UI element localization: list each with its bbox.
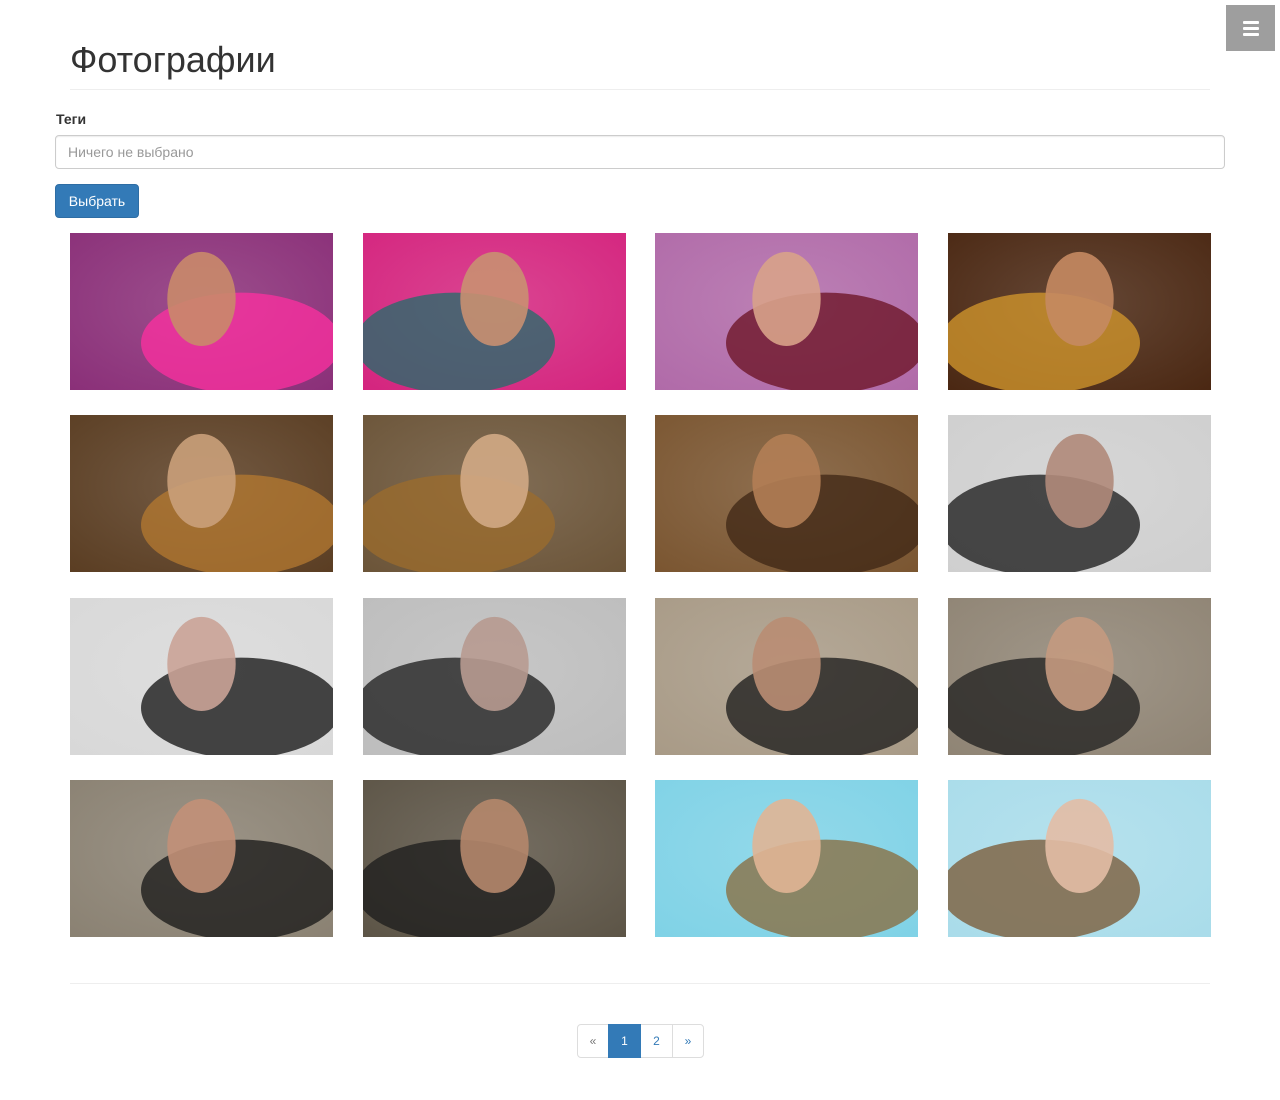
pagination-prev[interactable]: « (577, 1024, 609, 1058)
page-header: Фотографии (70, 38, 1210, 90)
pagination: « 1 2 » (577, 1024, 704, 1058)
pagination-next[interactable]: » (672, 1024, 704, 1058)
photo-thumbnail[interactable] (948, 233, 1211, 390)
photo-image (655, 598, 918, 755)
photo-thumbnail[interactable] (948, 415, 1211, 572)
photo-thumbnail[interactable] (655, 780, 918, 937)
photo-thumbnail[interactable] (70, 415, 333, 572)
photo-thumbnail[interactable] (948, 780, 1211, 937)
photo-thumbnail[interactable] (70, 598, 333, 755)
photo-thumbnail[interactable] (655, 233, 918, 390)
tags-label: Теги (56, 111, 87, 127)
tags-select[interactable]: Ничего не выбрано (55, 135, 1225, 169)
photo-image (363, 780, 626, 937)
divider (70, 983, 1210, 984)
photo-image (948, 233, 1211, 390)
photo-image (655, 415, 918, 572)
photo-image (363, 233, 626, 390)
photo-image (70, 780, 333, 937)
photo-image (70, 415, 333, 572)
photo-image (948, 415, 1211, 572)
photo-thumbnail[interactable] (655, 598, 918, 755)
photo-image (363, 598, 626, 755)
photo-image (948, 598, 1211, 755)
photo-thumbnail[interactable] (363, 780, 626, 937)
select-button[interactable]: Выбрать (55, 184, 139, 218)
photo-thumbnail[interactable] (363, 598, 626, 755)
photo-thumbnail[interactable] (70, 233, 333, 390)
photo-thumbnail[interactable] (363, 233, 626, 390)
photo-image (948, 780, 1211, 937)
page-title: Фотографии (70, 39, 276, 80)
photo-image (655, 233, 918, 390)
photo-image (70, 598, 333, 755)
photo-image (655, 780, 918, 937)
photo-image (70, 233, 333, 390)
pagination-page-2[interactable]: 2 (640, 1024, 673, 1058)
menu-toggle-button[interactable] (1226, 5, 1275, 51)
photo-thumbnail[interactable] (655, 415, 918, 572)
photo-thumbnail[interactable] (363, 415, 626, 572)
photo-thumbnail[interactable] (70, 780, 333, 937)
photo-image (363, 415, 626, 572)
photo-thumbnail[interactable] (948, 598, 1211, 755)
tags-select-placeholder: Ничего не выбрано (68, 144, 194, 160)
pagination-page-1[interactable]: 1 (608, 1024, 641, 1058)
hamburger-icon (1242, 20, 1259, 36)
